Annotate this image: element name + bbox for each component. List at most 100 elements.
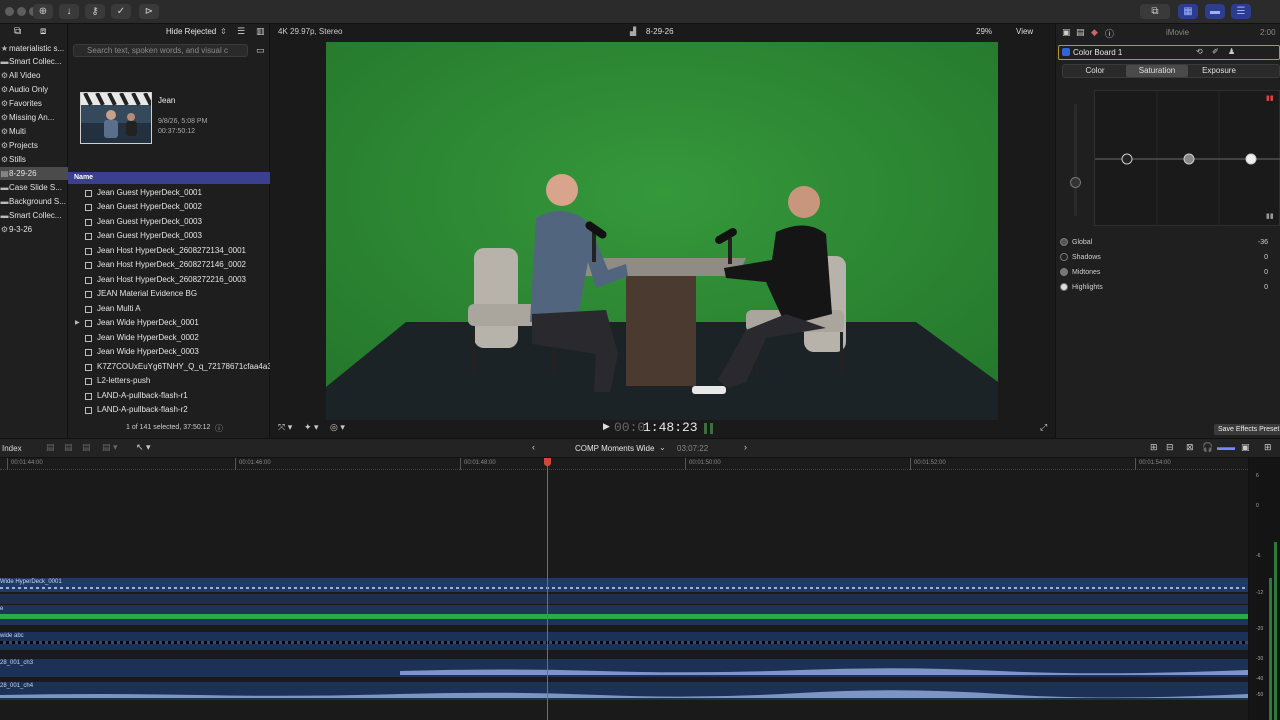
import-icon[interactable]: ⊕ <box>33 4 53 19</box>
list-item[interactable]: Jean Wide HyperDeck_0002 <box>68 331 270 345</box>
param-row-global[interactable]: Global -36 <box>1060 236 1280 250</box>
list-header[interactable]: Name <box>68 172 270 184</box>
audio-clip[interactable]: wide abc <box>0 632 1248 650</box>
download-icon[interactable]: ↓ <box>59 4 79 19</box>
sidebar-item[interactable]: ★materialistic s... <box>0 42 68 55</box>
list-item[interactable]: ▶ Jean Wide HyperDeck_0001 <box>68 316 270 330</box>
sidebar-item[interactable]: ▬Smart Collec... <box>0 209 68 222</box>
reset-icon[interactable]: ⟲ <box>1196 47 1203 56</box>
chevron-down-icon[interactable]: ⌄ <box>659 443 666 452</box>
transform-icon[interactable]: ⤧ ▾ <box>278 422 292 433</box>
list-item[interactable]: Jean Host HyperDeck_2608272216_0003 <box>68 273 270 287</box>
person-icon[interactable]: ♟ <box>1228 47 1235 56</box>
color-inspector-icon[interactable]: ◆ <box>1091 27 1098 38</box>
timeline-ruler[interactable]: 00:01:44:00 00:01:46:00 00:01:48:00 00:0… <box>0 458 1248 470</box>
select-tool-icon[interactable]: ↖ ▾ <box>136 442 151 453</box>
overwrite-icon[interactable]: ▤ ▾ <box>102 442 118 453</box>
shadows-puck[interactable] <box>1121 153 1133 165</box>
audio-clip[interactable]: 28_001_ch4 <box>0 682 1248 700</box>
clip-thumbnail[interactable] <box>80 92 152 144</box>
effect-name[interactable]: Color Board 1 <box>1073 48 1122 57</box>
solo-icon[interactable]: ▬▬ <box>1217 442 1235 452</box>
sidebar-item[interactable]: ▬Smart Collec... <box>0 55 68 68</box>
info-icon[interactable]: ⓘ <box>215 423 223 434</box>
list-item[interactable]: Jean Guest HyperDeck_0003 <box>68 215 270 229</box>
close-window-button[interactable] <box>5 7 14 16</box>
global-slider-knob[interactable] <box>1070 177 1081 188</box>
headphones-icon[interactable]: 🎧 <box>1202 442 1213 453</box>
tag-icon[interactable]: ⊳ <box>139 4 159 19</box>
sidebar-item[interactable]: ⚙Favorites <box>0 97 68 110</box>
list-item[interactable]: JEAN Material Evidence BG <box>68 287 270 301</box>
enhance-icon[interactable]: ✦ ▾ <box>304 422 319 433</box>
minimize-window-button[interactable] <box>17 7 26 16</box>
clip-appearance-icon[interactable]: ⊞ <box>1150 442 1158 453</box>
eyedropper-icon[interactable]: ✐ <box>1212 47 1219 56</box>
playhead-handle[interactable] <box>544 458 551 466</box>
skimming-icon[interactable]: ⊟ <box>1166 442 1174 453</box>
list-item[interactable]: Jean Host HyperDeck_2608272146_0002 <box>68 258 270 272</box>
view-popup[interactable]: View <box>1016 27 1033 36</box>
forward-nav-icon[interactable]: › <box>744 442 747 452</box>
tab-exposure[interactable]: Exposure <box>1188 65 1250 77</box>
share-icon[interactable]: ⧉ <box>1140 4 1170 19</box>
list-item[interactable]: LAND-A-pullback-flash-r1 <box>68 389 270 403</box>
sidebar-toggle-icon[interactable]: ▭ <box>256 45 265 56</box>
index-button[interactable]: Index <box>2 444 22 453</box>
video-frame[interactable] <box>326 42 998 420</box>
save-effects-preset-button[interactable]: Save Effects Preset <box>1214 424 1280 435</box>
audio-clip[interactable]: 28_001_ch3 <box>0 659 1248 677</box>
video-clip-secondary[interactable] <box>0 594 1248 604</box>
inspector-toggle-icon[interactable]: ☰ <box>1231 4 1251 19</box>
keyword-icon[interactable]: ⚷ <box>85 4 105 19</box>
color-board-graph[interactable] <box>1094 90 1280 227</box>
list-item[interactable]: K7Z7COUxEuYg6TNHY_Q_q_72178671cfaa4a3 <box>68 360 270 374</box>
connect-icon[interactable]: ▤ <box>46 442 55 453</box>
search-input[interactable]: Search text, spoken words, and visual c <box>73 44 248 57</box>
param-row-midtones[interactable]: Midtones 0 <box>1060 266 1280 280</box>
list-item[interactable]: Jean Wide HyperDeck_0003 <box>68 345 270 359</box>
library-icon[interactable]: ⧉ <box>14 26 21 37</box>
list-item[interactable]: LAND-A-pullback-flash-r2 <box>68 403 270 417</box>
speed-icon[interactable]: ◎ ▾ <box>330 422 345 433</box>
info-inspector-icon[interactable]: ⓘ <box>1105 27 1114 40</box>
sidebar-item[interactable]: ⚙9-3-26 <box>0 223 68 236</box>
filter-popup[interactable]: Hide Rejected <box>166 27 216 36</box>
sidebar-item[interactable]: ⚙Projects <box>0 139 68 152</box>
tab-saturation[interactable]: Saturation <box>1126 65 1188 77</box>
highlights-puck[interactable] <box>1245 153 1257 165</box>
project-name[interactable]: COMP Moments Wide <box>575 444 654 453</box>
global-slider-track[interactable] <box>1074 104 1077 216</box>
list-item[interactable]: Jean Guest HyperDeck_0001 <box>68 186 270 200</box>
back-nav-icon[interactable]: ‹ <box>532 442 535 452</box>
playhead[interactable] <box>547 458 548 720</box>
zoom-popup[interactable]: 29% <box>976 27 992 36</box>
effect-enable-checkbox[interactable] <box>1062 48 1070 56</box>
effects-browser-icon[interactable]: ▣ <box>1241 442 1250 453</box>
photos-icon[interactable]: ⧈ <box>40 26 46 37</box>
list-item[interactable]: Jean Multi A <box>68 302 270 316</box>
video-clip[interactable]: Wide HyperDeck_0001 <box>0 578 1248 592</box>
timeline-toggle-icon[interactable]: ▬ <box>1205 4 1225 19</box>
sidebar-item[interactable]: ⚙All Video <box>0 69 68 82</box>
sidebar-item-selected[interactable]: ▤8-29-26 <box>0 167 68 180</box>
list-item[interactable]: L2-letters-push <box>68 374 270 388</box>
tab-color[interactable]: Color <box>1064 65 1126 77</box>
fullscreen-icon[interactable]: ⤢ <box>1040 422 1047 433</box>
sidebar-item[interactable]: ⚙Multi <box>0 125 68 138</box>
list-item[interactable]: Jean Host HyperDeck_2608272134_0001 <box>68 244 270 258</box>
audio-clip[interactable]: e <box>0 605 1248 625</box>
timecode-display[interactable]: 1:48:23 <box>643 420 698 435</box>
sidebar-item[interactable]: ▬Background S... <box>0 195 68 208</box>
sidebar-item[interactable]: ⚙Audio Only <box>0 83 68 96</box>
video-inspector-icon[interactable]: ▣ <box>1062 27 1071 38</box>
sidebar-item[interactable]: ⚙Missing An... <box>0 111 68 124</box>
browser-toggle-icon[interactable]: ▦ <box>1178 4 1198 19</box>
append-icon[interactable]: ▤ <box>82 442 91 453</box>
snapping-icon[interactable]: ⊠ <box>1186 442 1194 453</box>
play-button[interactable]: ▶ <box>603 421 610 432</box>
filmstrip-icon[interactable]: ▥ <box>256 26 265 37</box>
checkmark-icon[interactable]: ✓ <box>111 4 131 19</box>
clip-appearance-icon[interactable]: ☰ <box>237 26 245 37</box>
timeline-area[interactable]: Wide HyperDeck_0001 e wide abc 28_001_ch… <box>0 470 1248 720</box>
